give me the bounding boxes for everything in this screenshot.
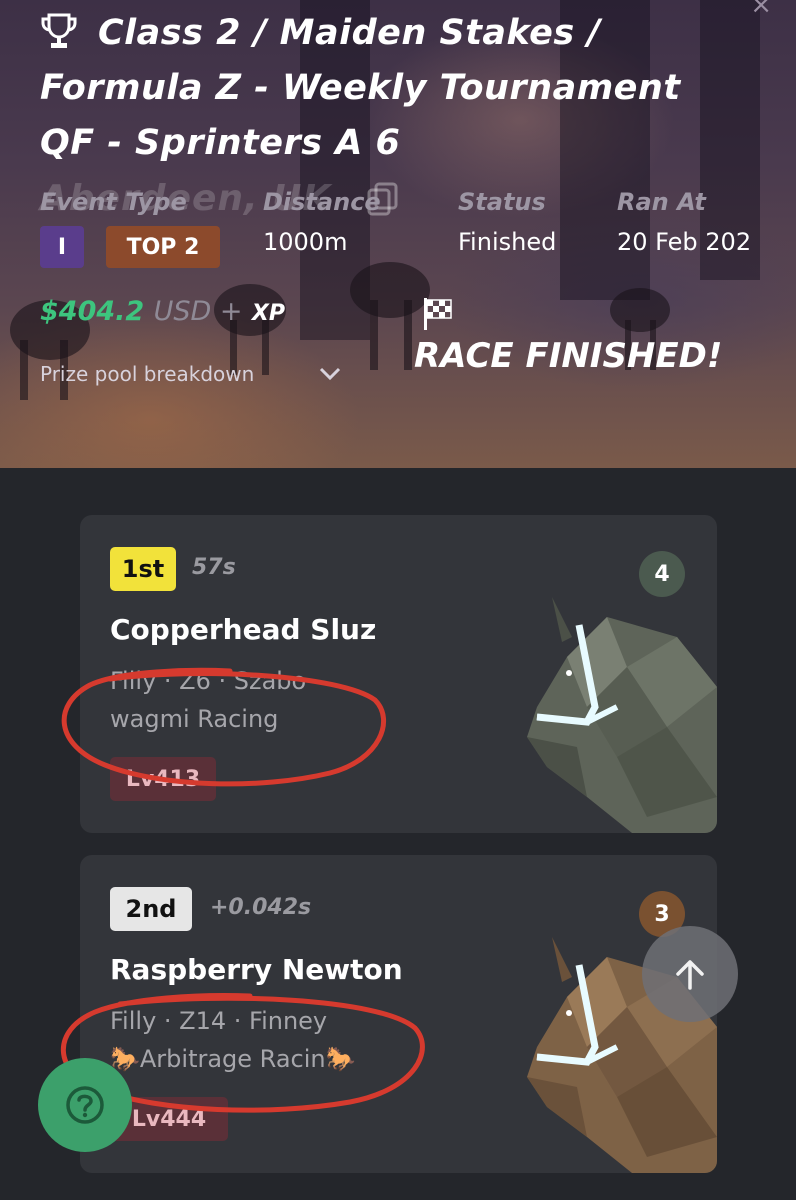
place-badge: 2nd [110, 887, 192, 931]
event-type-badge: TOP 2 [106, 226, 220, 268]
ran-at-value: 20 Feb 202 [617, 228, 752, 256]
chevron-down-icon[interactable] [318, 366, 342, 382]
status-value: Finished [458, 228, 557, 256]
finish-time: +0.042s [210, 895, 312, 920]
arrow-up-icon [676, 960, 704, 990]
close-button[interactable]: × [750, 0, 772, 20]
horse-portrait-image [527, 597, 717, 833]
race-title: Class 2 / Maiden Stakes / Formula Z - We… [40, 13, 681, 163]
horse-name[interactable]: Copperhead Sluz [110, 613, 376, 646]
horse-name[interactable]: Raspberry Newton [110, 953, 403, 986]
horse-details: Filly · Z14 · Finney [110, 1007, 328, 1035]
level-badge: Lv413 [110, 757, 216, 801]
prize-pool: $404.2 USD + XP [40, 296, 285, 327]
help-button[interactable] [38, 1058, 132, 1152]
distance-label: Distance [263, 188, 381, 216]
result-card-2nd[interactable]: 2nd +0.042s 3 Raspberry Newton Filly · Z… [80, 855, 717, 1173]
prize-breakdown-toggle[interactable]: Prize pool breakdown [40, 362, 254, 386]
place-badge: 1st [110, 547, 176, 591]
prize-currency: USD + [153, 296, 243, 327]
event-class-badge: I [40, 226, 84, 268]
race-finished-banner: RACE FINISHED! [414, 336, 723, 376]
event-type-label: Event Type [40, 188, 187, 216]
stable-name[interactable]: 🐎Arbitrage Racin🐎 [110, 1045, 356, 1073]
gate-number-badge: 4 [639, 551, 685, 597]
horse-details: Filly · Z6 · Szabo [110, 667, 307, 695]
distance-value: 1000m [263, 228, 348, 256]
prize-amount: $404.2 [40, 296, 145, 327]
question-icon [66, 1086, 104, 1124]
scroll-to-top-button[interactable] [642, 926, 738, 1022]
status-label: Status [458, 188, 546, 216]
prize-xp: XP [251, 301, 286, 326]
race-hero-banner: × Class 2 / Maiden Stakes / Formula Z - … [0, 0, 796, 468]
ran-at-label: Ran At [617, 188, 706, 216]
finish-time: 57s [192, 555, 236, 580]
checkered-flag-icon [424, 298, 452, 330]
stable-name[interactable]: wagmi Racing [110, 705, 278, 733]
result-card-1st[interactable]: 1st 57s 4 Copperhead Sluz Filly · Z6 · S… [80, 515, 717, 833]
